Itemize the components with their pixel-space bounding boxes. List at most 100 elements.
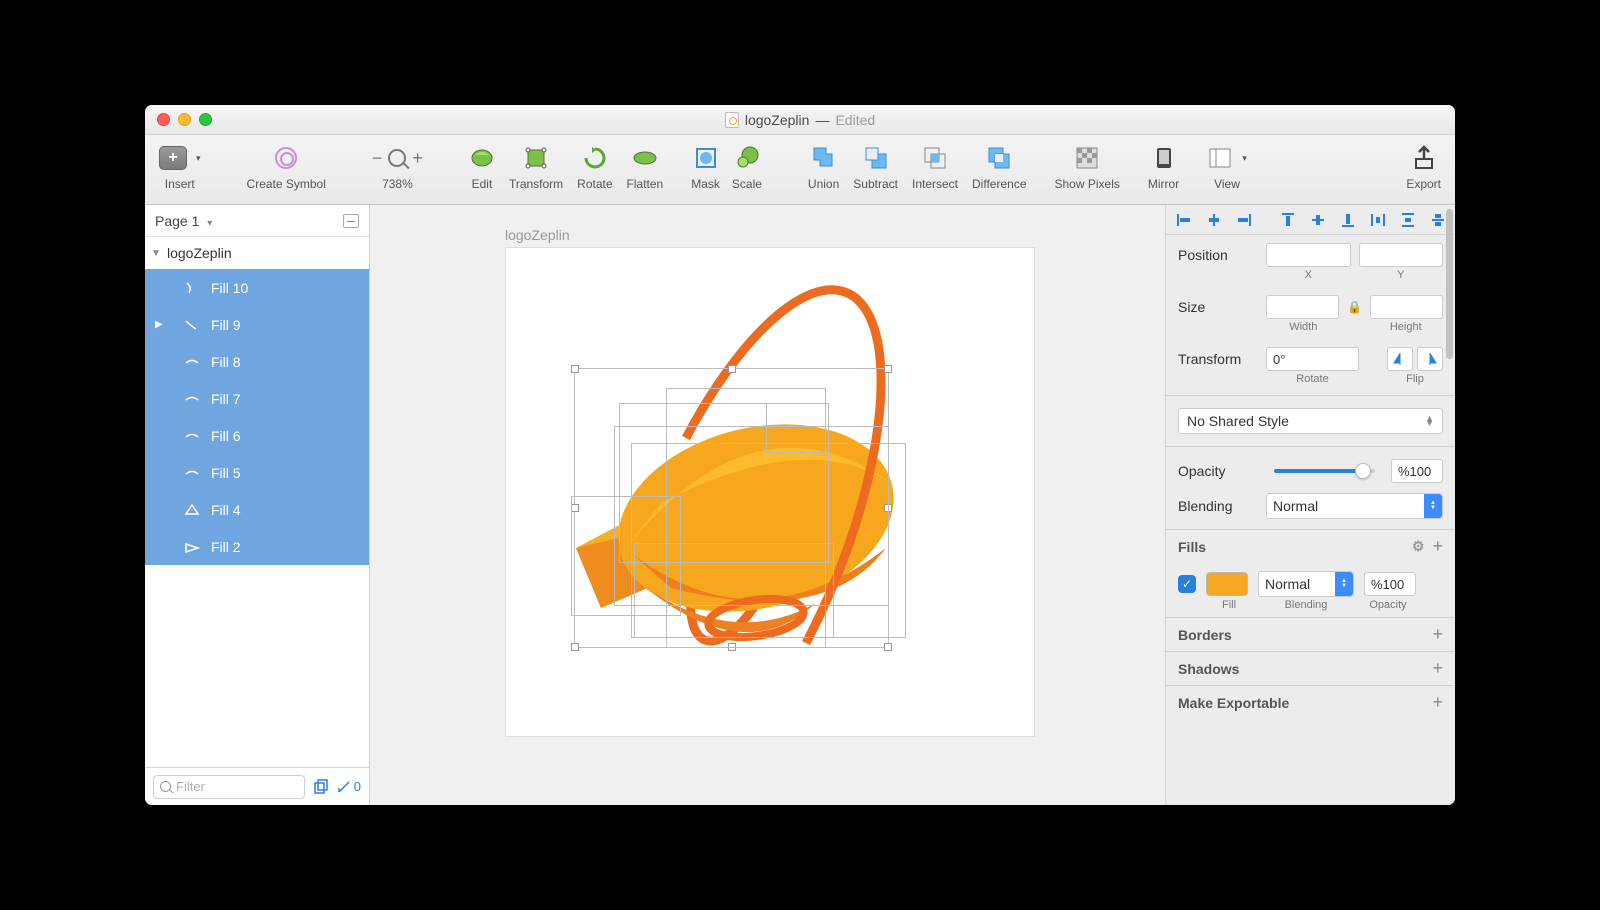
mirror-tool[interactable]: Mirror [1148,141,1179,191]
blending-dropdown[interactable]: Normal ▲▼ [1266,493,1443,519]
align-top-icon[interactable] [1280,212,1296,228]
layer-item[interactable]: Fill 6 [145,417,369,454]
gear-icon[interactable]: ⚙ [1412,538,1425,555]
insert-tool[interactable]: +▾ Insert [159,141,201,191]
artboard-label[interactable]: logoZeplin [505,227,570,243]
layer-item[interactable]: Fill 5 [145,454,369,491]
magnifier-icon [388,149,406,167]
fill-color-swatch[interactable] [1206,572,1248,596]
toolbar: +▾ Insert Create Symbol −+ 738% Edit Tra… [145,135,1455,205]
layer-item[interactable]: Fill 8 [145,343,369,380]
collapse-icon[interactable] [343,214,359,228]
exportable-section-header: Make Exportable + [1166,685,1455,719]
align-vcenter-icon[interactable] [1310,212,1326,228]
layer-name: Fill 10 [211,280,248,296]
create-symbol-tool[interactable]: Create Symbol [247,141,326,191]
position-label: Position [1178,247,1258,263]
flip-horizontal-button[interactable] [1387,347,1413,371]
zoom-control[interactable]: −+ 738% [372,141,423,191]
close-window-button[interactable] [157,113,170,126]
filter-input[interactable]: Filter [153,775,305,799]
layer-list: ▼ logoZeplin Fill 10 ▶Fill 9 Fill 8 Fill 7 F… [145,237,369,767]
artboard[interactable] [505,247,1035,737]
opacity-slider[interactable] [1274,469,1375,473]
layer-item[interactable]: Fill 7 [145,380,369,417]
inspector-panel: Position XY Size 🔒 WidthHeight Transform… [1165,205,1455,805]
layer-name: Fill 7 [211,391,241,407]
canvas[interactable]: logoZeplin [370,205,1165,805]
document-status: Edited [835,112,875,128]
document-filename: logoZeplin [745,112,810,128]
slice-count[interactable]: 0 [337,779,361,794]
app-window: logoZeplin — Edited +▾ Insert Create Sym… [145,105,1455,805]
layer-item[interactable]: Fill 10 [145,269,369,306]
layer-item[interactable]: ▶Fill 9 [145,306,369,343]
flip-vertical-button[interactable] [1417,347,1443,371]
window-title: logoZeplin — Edited [145,112,1455,128]
size-label: Size [1178,299,1258,315]
layer-item[interactable]: Fill 2 [145,528,369,565]
lock-icon[interactable]: 🔒 [1347,300,1362,314]
layer-artboard[interactable]: ▼ logoZeplin [145,237,369,269]
make-exportable-button[interactable]: + [1432,692,1443,713]
flatten-tool[interactable]: Flatten [627,141,664,191]
export-tool[interactable]: Export [1406,141,1441,191]
rotate-input[interactable]: 0° [1266,347,1359,371]
distribute-v-icon[interactable] [1400,212,1416,228]
transform-tool[interactable]: Transform [509,141,563,191]
add-fill-button[interactable]: + [1432,536,1443,557]
sub-selection [766,403,826,453]
layer-item[interactable]: Fill 4 [145,491,369,528]
fill-enabled-checkbox[interactable]: ✓ [1178,575,1196,593]
y-input[interactable] [1359,243,1444,267]
minimize-window-button[interactable] [178,113,191,126]
union-tool[interactable]: Union [808,141,839,191]
opacity-label: Opacity [1178,463,1258,479]
align-hcenter-icon[interactable] [1206,212,1222,228]
document-icon [725,112,739,128]
fill-blending-dropdown[interactable]: Normal ▲▼ [1258,571,1354,597]
add-border-button[interactable]: + [1432,624,1443,645]
titlebar: logoZeplin — Edited [145,105,1455,135]
transform-label: Transform [1178,351,1258,367]
mask-tool[interactable]: Mask [691,141,720,191]
shadows-section-header: Shadows + [1166,651,1455,685]
view-tool[interactable]: ▾ View [1207,141,1247,191]
edit-tool[interactable]: Edit [469,141,495,191]
rotate-tool[interactable]: Rotate [577,141,612,191]
blending-label: Blending [1178,498,1258,514]
borders-section-header: Borders + [1166,617,1455,651]
layer-name: Fill 2 [211,539,241,555]
scale-tool[interactable]: Scale [732,141,762,191]
fill-opacity-input[interactable]: %100 [1364,572,1416,596]
distribute-v2-icon[interactable] [1430,212,1446,228]
distribute-h-icon[interactable] [1370,212,1386,228]
shared-style-dropdown[interactable]: No Shared Style ▲▼ [1178,408,1443,434]
align-controls [1166,205,1455,235]
subtract-tool[interactable]: Subtract [853,141,898,191]
page-selector[interactable]: Page 1 ▾ [145,205,369,237]
layer-name: Fill 8 [211,354,241,370]
show-pixels-tool[interactable]: Show Pixels [1055,141,1120,191]
layer-name: Fill 5 [211,465,241,481]
intersect-tool[interactable]: Intersect [912,141,958,191]
fills-section-header: Fills ⚙+ [1166,529,1455,563]
width-input[interactable] [1266,295,1339,319]
layer-name: Fill 9 [211,317,241,333]
layer-name: Fill 6 [211,428,241,444]
symbol-icon [275,147,297,169]
align-left-icon[interactable] [1176,212,1192,228]
pages-icon[interactable] [313,779,329,795]
difference-tool[interactable]: Difference [972,141,1026,191]
align-right-icon[interactable] [1236,212,1252,228]
zoom-window-button[interactable] [199,113,212,126]
align-bottom-icon[interactable] [1340,212,1356,228]
layers-panel: Page 1 ▾ ▼ logoZeplin Fill 10▶Fill 9Fill… [145,205,370,805]
add-shadow-button[interactable]: + [1432,658,1443,679]
opacity-input[interactable]: %100 [1391,459,1443,483]
layers-footer: Filter 0 [145,767,369,805]
x-input[interactable] [1266,243,1351,267]
search-icon [160,781,171,792]
height-input[interactable] [1370,295,1443,319]
sub-selection [634,543,834,638]
